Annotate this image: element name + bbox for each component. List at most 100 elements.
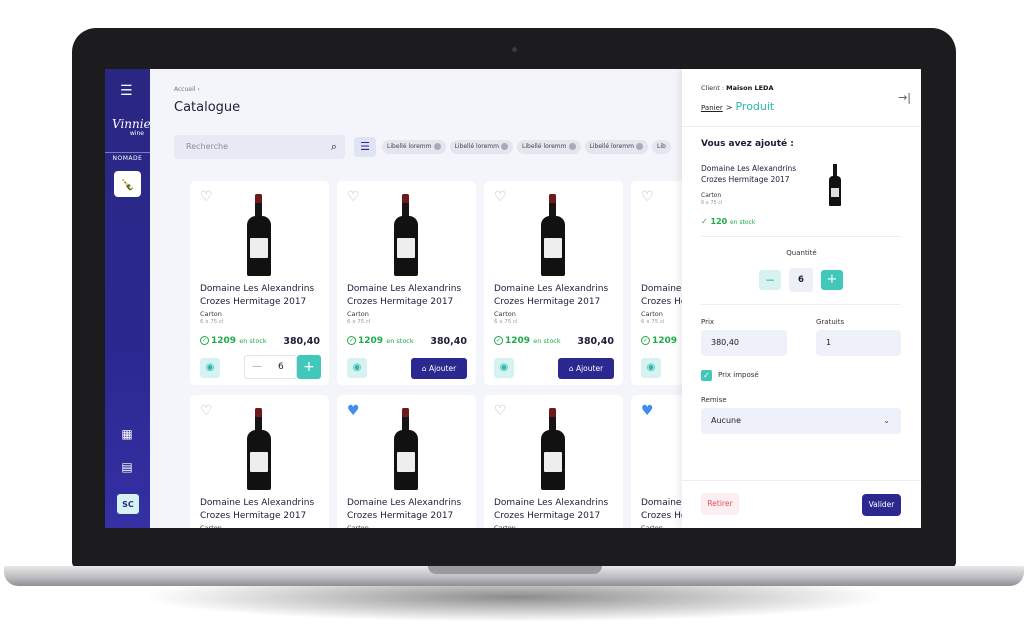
- product-type: Carton: [347, 524, 369, 528]
- increment-button[interactable]: +: [821, 270, 843, 290]
- heart-icon[interactable]: ♡: [641, 190, 654, 204]
- wine-bottle-image: [394, 408, 418, 490]
- product-card[interactable]: ♡ Domaine Les AlexandrinsCrozes Hermitag…: [190, 181, 329, 385]
- divider: [682, 126, 921, 127]
- brand-script: Vinnie: [112, 117, 151, 131]
- filter-button[interactable]: ☰: [354, 137, 376, 157]
- product-name: Domaine Les AlexandrinsCrozes Hermitage …: [347, 498, 462, 521]
- decrement-button[interactable]: −: [759, 270, 781, 290]
- product-price: 380,40: [577, 336, 614, 347]
- heart-icon[interactable]: ♡: [494, 404, 507, 418]
- product-card[interactable]: ♥ Domaine Les AlexandrinsCrozes Hermitag…: [337, 395, 476, 528]
- eye-icon: ◉: [646, 362, 656, 373]
- divider: [701, 236, 901, 237]
- product-type: Carton: [494, 524, 516, 528]
- heart-icon[interactable]: ♡: [200, 190, 213, 204]
- view-button[interactable]: ◉: [347, 358, 367, 378]
- discount-select[interactable]: Aucune ⌄: [701, 408, 901, 434]
- collapse-panel-icon[interactable]: →|: [898, 91, 911, 104]
- chip-remove-icon[interactable]: [636, 143, 643, 150]
- menu-icon[interactable]: ☰: [120, 84, 136, 98]
- filter-chip[interactable]: Lib: [652, 140, 671, 154]
- product-price: 380,40: [430, 336, 467, 347]
- chip-remove-icon[interactable]: [568, 143, 576, 150]
- chip-remove-icon[interactable]: [433, 143, 441, 150]
- wine-bottle-image: [247, 194, 271, 276]
- basket-icon: ⌂: [421, 364, 427, 373]
- breadcrumb[interactable]: Accueil ›: [174, 86, 200, 93]
- price-input[interactable]: 380,40: [701, 330, 787, 356]
- item-name: Domaine Les Alexandrins Crozes Hermitage …: [701, 164, 797, 184]
- basket-icon: ⌂: [568, 364, 574, 373]
- wine-bottle-image: [394, 194, 418, 276]
- catalogue-main: Accueil › Catalogue Recherche ⌕ ☰ Libell…: [150, 69, 770, 528]
- search-input[interactable]: Recherche ⌕: [174, 135, 345, 159]
- search-placeholder: Recherche: [186, 142, 229, 151]
- product-type: Carton: [200, 524, 222, 528]
- heart-icon[interactable]: ♡: [347, 190, 360, 204]
- product-name: Domaine Les AlexandrinsCrozes Hermitage …: [347, 284, 462, 307]
- free-input[interactable]: 1: [816, 330, 901, 356]
- avatar[interactable]: SC: [117, 494, 139, 514]
- cart-link[interactable]: Panier: [701, 104, 723, 112]
- filter-chip[interactable]: Libellé loremm: [382, 140, 446, 154]
- view-button[interactable]: ◉: [200, 358, 220, 378]
- quantity-stepper[interactable]: —6: [244, 355, 297, 379]
- stock-status: ✓ 1209 en stock: [494, 336, 561, 346]
- filter-icon: ☰: [360, 140, 370, 153]
- add-to-cart-button[interactable]: ⌂ Ajouter: [411, 358, 467, 379]
- heart-icon[interactable]: ♡: [200, 404, 213, 418]
- filter-chip[interactable]: Libellé loremm: [584, 140, 648, 154]
- calculator-icon[interactable]: ▦: [120, 427, 134, 441]
- document-icon[interactable]: ▤: [120, 460, 134, 474]
- estate-icon: 🍾: [120, 177, 135, 191]
- item-stock: ✓ 120 en stock: [701, 217, 756, 226]
- product-price: 380,40: [283, 336, 320, 347]
- product-type: Carton: [200, 310, 222, 318]
- eye-icon: ◉: [205, 362, 215, 373]
- product-type: Carton: [494, 310, 516, 318]
- imposed-price-label: Prix imposé: [718, 371, 759, 379]
- product-name: Domaine Les AlexandrinsCrozes Hermitage …: [200, 498, 315, 521]
- filter-chip[interactable]: Libellé loremm: [449, 140, 513, 154]
- product-card[interactable]: ♡ Domaine Les AlexandrinsCrozes Hermitag…: [484, 181, 623, 385]
- product-name: Domaine Les AlexandrinsCrozes Hermitage …: [494, 498, 609, 521]
- minus-icon[interactable]: —: [252, 361, 262, 372]
- brand-logo: Vinnie wine: [112, 117, 151, 155]
- estate-logo[interactable]: 🍾: [114, 171, 141, 197]
- imposed-price-checkbox[interactable]: ✓: [701, 370, 712, 381]
- wine-bottle-image: [541, 194, 565, 276]
- heart-icon[interactable]: ♡: [494, 190, 507, 204]
- product-card[interactable]: ♡ Domaine Les AlexandrinsCrozes Hermitag…: [484, 395, 623, 528]
- validate-button[interactable]: Valider: [862, 494, 901, 516]
- remove-button[interactable]: Retirer: [701, 493, 739, 515]
- stock-status: ✓ 1209: [641, 336, 678, 346]
- product-card[interactable]: ♡ Domaine Les AlexandrinsCrozes Hermitag…: [190, 395, 329, 528]
- heart-filled-icon[interactable]: ♥: [641, 404, 654, 418]
- product-name: Domaine Les AlexandrinsCrozes Hermitage …: [494, 284, 609, 307]
- discount-label: Remise: [701, 396, 727, 404]
- quantity-value[interactable]: 6: [789, 268, 813, 292]
- laptop-notch: [428, 566, 602, 574]
- divider: [682, 480, 921, 481]
- brand-label: NOMADE: [105, 152, 150, 162]
- page-title: Catalogue: [174, 100, 241, 115]
- sidebar: ☰ Vinnie wine NOMADE 🍾 ▦ ▤ SC: [105, 69, 151, 528]
- camera: [512, 47, 517, 52]
- wine-bottle-image: [247, 408, 271, 490]
- chip-remove-icon[interactable]: [501, 143, 508, 150]
- check-circle-icon: ✓: [347, 336, 356, 345]
- filter-chip[interactable]: Libellé loremm: [517, 140, 581, 154]
- product-card[interactable]: ♡ Domaine Les AlexandrinsCrozes Hermitag…: [337, 181, 476, 385]
- view-button[interactable]: ◉: [494, 358, 514, 378]
- increment-button[interactable]: +: [297, 355, 321, 379]
- quantity-value: 6: [278, 362, 284, 372]
- search-icon[interactable]: ⌕: [331, 140, 337, 154]
- add-to-cart-button[interactable]: ⌂ Ajouter: [558, 358, 614, 379]
- stock-status: ✓ 1209 en stock: [347, 336, 414, 346]
- heart-filled-icon[interactable]: ♥: [347, 404, 360, 418]
- wine-bottle-image: [829, 164, 841, 206]
- view-button[interactable]: ◉: [641, 358, 661, 378]
- divider: [701, 304, 901, 305]
- eye-icon: ◉: [499, 362, 509, 373]
